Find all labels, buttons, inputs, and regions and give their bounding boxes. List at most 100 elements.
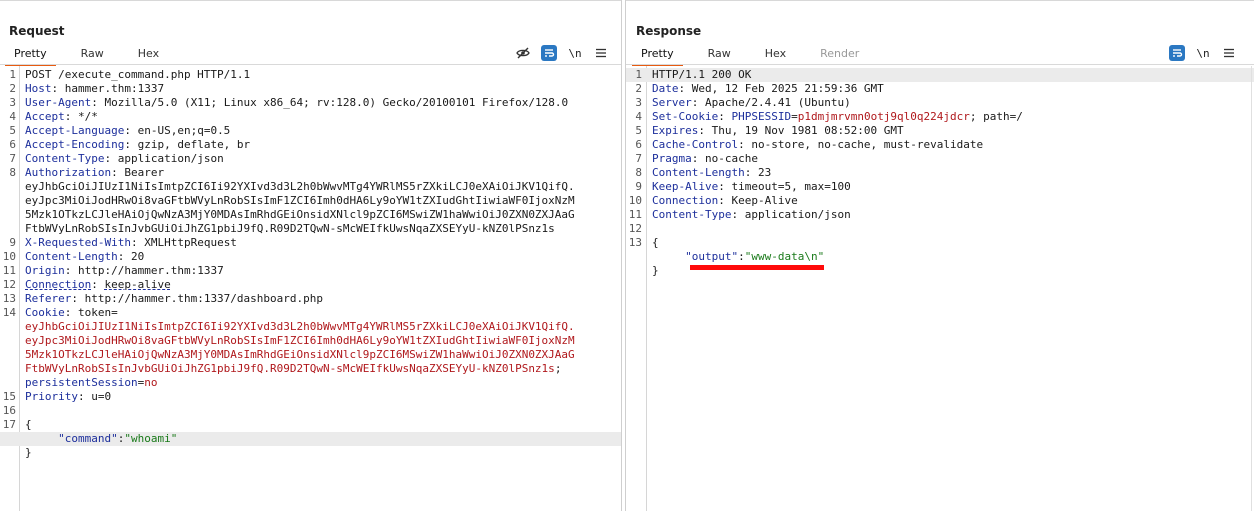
tab-hex[interactable]: Hex <box>756 44 795 64</box>
show-newlines-button[interactable]: \n <box>1195 45 1211 61</box>
wrap-icon <box>1173 49 1183 57</box>
code-line: 7 Pragma: no-cache <box>626 152 1254 166</box>
cookie-value: eyJhbGciOiJIUzI1NiIsImtpZCI6Ii92YXIvd3d3… <box>25 320 575 333</box>
line-number: 2 <box>9 82 16 95</box>
line-content: "command":"whoami" <box>58 432 178 445</box>
line-content: Date: Wed, 12 Feb 2025 21:59:36 GMT <box>652 82 884 95</box>
line-number: 16 <box>2 404 16 417</box>
header-name: Referer <box>25 292 72 305</box>
header-name: Keep-Alive <box>652 180 719 193</box>
header-value: Thu, 19 Nov 1981 08:52:00 GMT <box>711 124 904 137</box>
code-line: 13 Referer: http://hammer.thm:1337/dashbo… <box>0 292 621 306</box>
tabs-divider <box>626 64 1254 65</box>
line-content: Expires: Thu, 19 Nov 1981 08:52:00 GMT <box>652 124 904 137</box>
line-content: Pragma: no-cache <box>652 152 758 165</box>
line-text: { <box>25 418 32 431</box>
tab-raw[interactable]: Raw <box>72 44 113 64</box>
code-line: 5Mzk1OTkzLCJleHAiOjQwNzA3MjY0MDAsImRhdGE… <box>0 348 621 362</box>
code-line: 5Mzk1OTkzLCJleHAiOjQwNzA3MjY0MDAsImRhdGE… <box>0 208 621 222</box>
line-content: Server: Apache/2.4.41 (Ubuntu) <box>652 96 851 109</box>
header-name: Authorization <box>25 166 112 179</box>
json-value: "whoami" <box>124 432 178 445</box>
header-name: Content-Length <box>652 166 745 179</box>
line-content: Keep-Alive: timeout=5, max=100 <box>652 180 851 193</box>
code-line: 1 HTTP/1.1 200 OK <box>626 68 1254 82</box>
line-number: 11 <box>628 208 642 221</box>
tab-pretty[interactable]: Pretty <box>5 44 56 66</box>
line-number: 1 <box>635 68 642 81</box>
tab-hex[interactable]: Hex <box>129 44 168 64</box>
line-text: eyJpc3MiOiJodHRwOi8vaGFtbWVyLnRobSIsImF1… <box>25 194 575 207</box>
code-line: 8 Content-Length: 23 <box>626 166 1254 180</box>
wrap-lines-button[interactable] <box>1169 45 1185 61</box>
header-name: Connection <box>25 278 92 291</box>
code-line: 6 Accept-Encoding: gzip, deflate, br <box>0 138 621 152</box>
hide-nonprintable-button[interactable] <box>515 45 531 61</box>
line-number: 2 <box>635 82 642 95</box>
show-newlines-button[interactable]: \n <box>567 45 583 61</box>
code-line: eyJpc3MiOiJodHRwOi8vaGFtbWVyLnRobSIsImF1… <box>0 194 621 208</box>
line-content: eyJhbGciOiJIUzI1NiIsImtpZCI6Ii92YXIvd3d3… <box>25 320 575 334</box>
tabs-divider <box>0 64 621 65</box>
header-value: application/json <box>744 208 851 221</box>
header-name: Priority <box>25 390 78 403</box>
line-content: Content-Type: application/json <box>652 208 851 221</box>
line-content: User-Agent: Mozilla/5.0 (X11; Linux x86_… <box>25 96 569 109</box>
code-line: eyJpc3MiOiJodHRwOi8vaGFtbWVyLnRobSIsImF1… <box>0 334 621 348</box>
code-line: 4 Accept: */* <box>0 110 621 124</box>
tab-render[interactable]: Render <box>811 44 868 64</box>
header-name: Date <box>652 82 679 95</box>
header-name: Expires <box>652 124 699 137</box>
tab-pretty[interactable]: Pretty <box>632 44 683 66</box>
header-value: token= <box>78 306 118 319</box>
line-number: 3 <box>635 96 642 109</box>
line-number: 6 <box>9 138 16 151</box>
line-content: Referer: http://hammer.thm:1337/dashboar… <box>25 292 324 305</box>
request-menu-button[interactable] <box>593 45 609 61</box>
line-content: Accept-Language: en-US,en;q=0.5 <box>25 124 231 137</box>
line-content: Priority: u=0 <box>25 390 112 403</box>
header-name: Content-Type <box>25 152 105 165</box>
header-value: timeout=5, max=100 <box>731 180 851 193</box>
response-menu-button[interactable] <box>1221 45 1237 61</box>
header-value: */* <box>78 110 98 123</box>
header-name: Accept <box>25 110 65 123</box>
line-content: Accept-Encoding: gzip, deflate, br <box>25 138 251 151</box>
header-value: Apache/2.4.41 (Ubuntu) <box>705 96 851 109</box>
code-line: 7 Content-Type: application/json <box>0 152 621 166</box>
code-line: 10 Connection: Keep-Alive <box>626 194 1254 208</box>
wrap-icon <box>545 49 555 57</box>
line-content: persistentSession=no <box>25 376 158 389</box>
code-line: 11 Content-Type: application/json <box>626 208 1254 222</box>
header-value: http://hammer.thm:1337/dashboard.php <box>84 292 324 305</box>
cookie-separator: ; <box>554 362 562 375</box>
line-content: HTTP/1.1 200 OK <box>652 68 751 82</box>
wrap-lines-button[interactable] <box>541 45 557 61</box>
code-line: 3 Server: Apache/2.4.41 (Ubuntu) <box>626 96 1254 110</box>
line-text: } <box>652 264 659 277</box>
code-line: "command":"whoami" <box>0 432 621 446</box>
code-line: 2 Date: Wed, 12 Feb 2025 21:59:36 GMT <box>626 82 1254 96</box>
header-name: User-Agent <box>25 96 92 109</box>
line-content: Cache-Control: no-store, no-cache, must-… <box>652 138 984 151</box>
line-number: 9 <box>9 236 16 249</box>
request-editor[interactable]: 1 POST /execute_command.php HTTP/1.1 2 Host… <box>0 66 621 511</box>
code-line: 11 Origin: http://hammer.thm:1337 <box>0 264 621 278</box>
cookie-value: no <box>144 376 158 389</box>
line-content: 5Mzk1OTkzLCJleHAiOjQwNzA3MjY0MDAsImRhdGE… <box>25 348 575 362</box>
line-number: 17 <box>2 418 16 431</box>
header-name: Pragma <box>652 152 692 165</box>
line-number: 12 <box>2 278 16 291</box>
line-text: POST /execute_command.php HTTP/1.1 <box>25 68 251 81</box>
line-content: 5Mzk1OTkzLCJleHAiOjQwNzA3MjY0MDAsImRhdGE… <box>25 208 575 222</box>
header-value: hammer.thm:1337 <box>64 82 165 95</box>
line-content: FtbWVyLnRobSIsInJvbGUiOiJhZG1pbiJ9fQ.R09… <box>25 362 561 376</box>
tab-raw[interactable]: Raw <box>699 44 740 64</box>
line-number: 5 <box>635 124 642 137</box>
code-line: eyJhbGciOiJIUzI1NiIsImtpZCI6Ii92YXIvd3d3… <box>0 320 621 334</box>
line-content: Origin: http://hammer.thm:1337 <box>25 264 224 277</box>
request-tabs: Pretty Raw Hex <box>5 44 184 66</box>
line-content: "output":"www-data\n" <box>685 250 825 263</box>
response-editor[interactable]: 1 HTTP/1.1 200 OK 2 Date: Wed, 12 Feb 2025 … <box>626 66 1254 511</box>
line-content: } <box>652 264 659 278</box>
